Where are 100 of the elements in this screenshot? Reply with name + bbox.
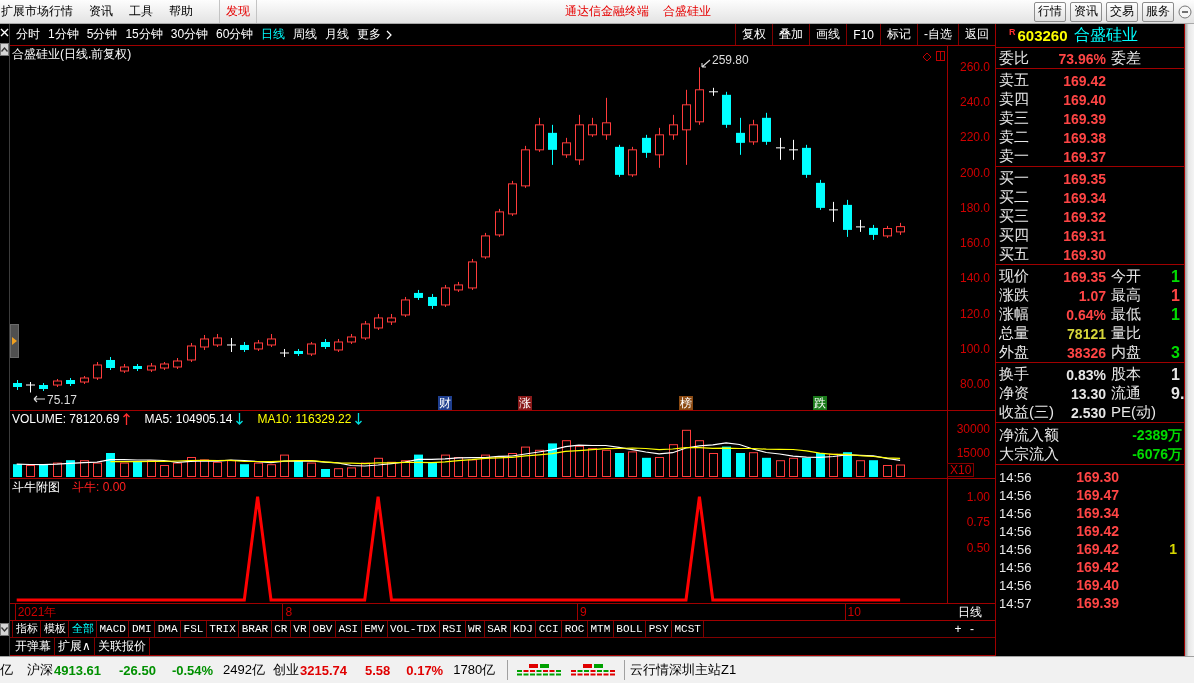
indicator-tab[interactable]: DMI [129, 621, 156, 637]
period-tab[interactable]: 月线 [321, 24, 354, 45]
ask-price: 169.38 [1062, 129, 1107, 146]
indicator-tab[interactable]: TRIX [206, 621, 240, 637]
volume-bar [173, 462, 182, 477]
axis-label: 100.0 [959, 340, 990, 357]
index-change: 5.58 [365, 662, 391, 678]
diamond-icon [922, 52, 932, 62]
quote-label: 净资 [999, 384, 1030, 403]
period-tab[interactable]: 15分钟 [121, 24, 167, 45]
flow-label: 大宗流入 [999, 445, 1059, 464]
indicator-tab[interactable]: OBV [310, 621, 336, 637]
toolbar-button[interactable]: 叠加 [772, 24, 810, 45]
menu-item[interactable]: 扩展市场行情 [0, 0, 81, 23]
action-button[interactable]: 关联报价 [94, 638, 150, 655]
collapse-handle[interactable] [10, 324, 19, 358]
period-tab[interactable]: 5分钟 [82, 24, 122, 45]
toolbar-button[interactable]: 返回 [958, 24, 995, 45]
indicator-tab[interactable]: DMA [155, 621, 182, 637]
volume-bar [896, 464, 905, 477]
candlestick [294, 348, 303, 357]
ask-price: 169.42 [1062, 72, 1107, 89]
indicator-tab[interactable]: 指标 [12, 621, 41, 637]
candlestick [642, 134, 651, 159]
volume-bar [495, 456, 504, 477]
action-button[interactable]: 开弹幕 [12, 638, 55, 655]
indicator-tab[interactable]: PSY [646, 621, 672, 637]
volume-bar [280, 454, 289, 477]
indicator-tab[interactable]: RSI [439, 621, 466, 637]
toolbar-button[interactable]: 画线 [809, 24, 847, 45]
more-button[interactable]: 更多 [353, 24, 397, 45]
indicator-tab[interactable]: VOL-TDX [387, 621, 440, 637]
indicator-tab[interactable]: WR [465, 621, 485, 637]
action-button[interactable]: 扩展∧ [55, 638, 95, 655]
minimize-icon[interactable] [1178, 4, 1192, 19]
axis-label: 180.0 [959, 199, 990, 216]
indicator-tab[interactable]: ASI [335, 621, 362, 637]
nav-button[interactable]: 交易 [1106, 1, 1138, 22]
indicator-tab[interactable]: 全部 [69, 621, 97, 637]
menu-item[interactable]: 资讯 [81, 0, 121, 23]
toolbar-button[interactable]: -自选 [917, 24, 958, 45]
bid-label: 买五 [999, 245, 1030, 264]
indicator-tab[interactable]: BRAR [239, 621, 272, 637]
caret-up-icon [1, 47, 8, 52]
indicator-tab[interactable]: MACD [97, 621, 130, 637]
volume-bar [695, 440, 704, 477]
indicator-tab[interactable]: ROC [562, 621, 588, 637]
candlestick [655, 127, 664, 169]
zoom-in-button[interactable]: + [952, 621, 964, 637]
scroll-down-button[interactable] [0, 623, 9, 636]
period-tab[interactable]: 周线 [289, 24, 322, 45]
indicator-tab[interactable]: 模板 [41, 621, 69, 637]
candlestick [307, 341, 316, 357]
nav-button[interactable]: 资讯 [1070, 1, 1102, 22]
period-tab[interactable]: 分时 [12, 24, 44, 45]
period-tab[interactable]: 1分钟 [44, 24, 83, 45]
scroll-up-button[interactable] [0, 43, 9, 56]
axis-label: 120.0 [959, 305, 990, 322]
toolbar-button[interactable]: F10 [846, 24, 880, 45]
toolbar-button[interactable]: 标记 [880, 24, 917, 45]
event-marker[interactable]: 跌 [812, 396, 827, 410]
indicator-tab[interactable]: BOLL [613, 621, 647, 637]
volume-bar [588, 448, 597, 477]
indicator-tab[interactable]: KDJ [510, 621, 537, 637]
indicator-tab[interactable]: MTM [588, 621, 614, 637]
candlestick [535, 117, 544, 153]
event-marker[interactable]: 涨 [518, 396, 533, 410]
candlestick [160, 361, 169, 371]
period-tab[interactable]: 30分钟 [166, 24, 213, 45]
nav-button[interactable]: 行情 [1034, 1, 1066, 22]
period-tab[interactable]: 日线 [257, 24, 290, 45]
indicator-tab[interactable]: EMV [361, 621, 388, 637]
volume-bar [548, 443, 557, 477]
quote-label: 最高 [1110, 286, 1142, 305]
candlestick [200, 334, 209, 351]
indicator-tab[interactable]: MCST [672, 621, 705, 637]
candlestick [441, 284, 450, 308]
indicator-tab[interactable]: FSL [181, 621, 207, 637]
toolbar-button[interactable]: 复权 [735, 24, 773, 45]
bid-label: 买三 [999, 207, 1030, 226]
mini-bars-icon [570, 663, 617, 677]
market-label: R [1009, 27, 1016, 37]
zoom-out-button[interactable]: - [966, 621, 978, 637]
volume-bar [829, 453, 838, 477]
indicator-tab[interactable]: VR [290, 621, 311, 637]
nav-button[interactable]: 服务 [1142, 1, 1174, 22]
date-label: 8 [282, 604, 293, 620]
period-tab[interactable]: 60分钟 [212, 24, 258, 45]
menu-item[interactable]: 帮助 [161, 0, 201, 23]
discover-tab[interactable]: 发现 [219, 0, 257, 23]
candlestick [828, 201, 839, 223]
indicator-tab[interactable]: SAR [484, 621, 511, 637]
indicator-tab[interactable]: CR [271, 621, 291, 637]
event-marker[interactable]: 财 [438, 396, 453, 410]
axis-label: 0.50 [966, 540, 990, 557]
quote-label: 涨幅 [999, 305, 1030, 324]
indicator-tab[interactable]: CCI [536, 621, 563, 637]
menu-item[interactable]: 工具 [121, 0, 161, 23]
event-marker[interactable]: 榜 [678, 396, 693, 410]
close-icon[interactable] [0, 28, 9, 37]
